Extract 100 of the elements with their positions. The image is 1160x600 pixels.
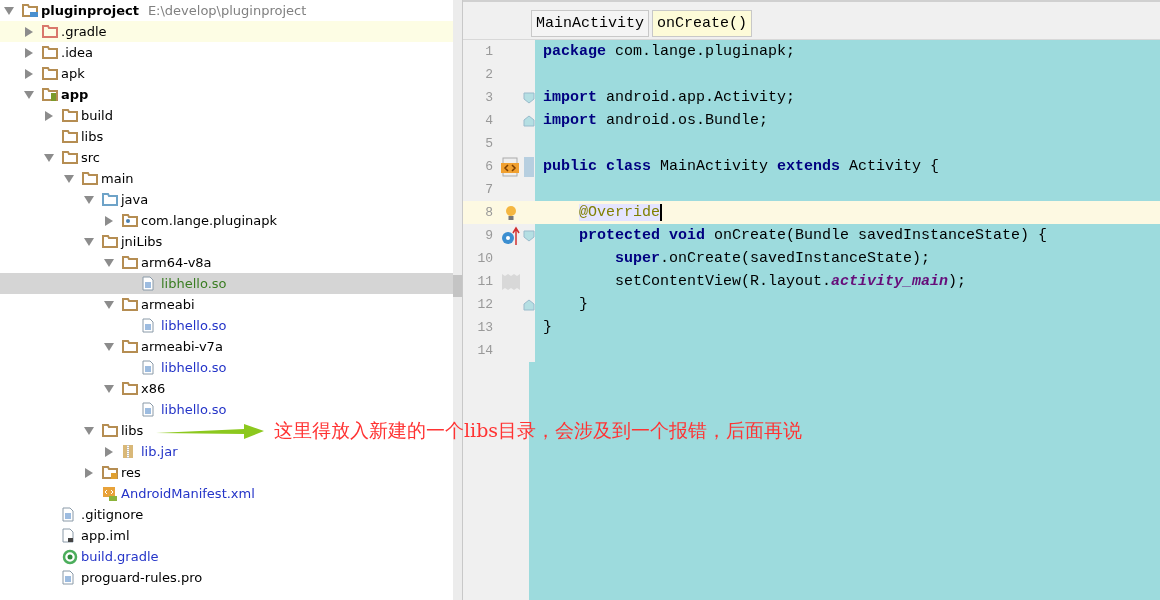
line-number: 3 (484, 90, 494, 105)
tree-row[interactable]: com.lange.pluginapk (0, 210, 278, 231)
tree-row[interactable]: .gradle (0, 21, 453, 42)
tree-item-label: apk (61, 66, 85, 81)
project-path: E:\develop\pluginproject (147, 3, 307, 18)
code-text: com.lange.pluginapk; (615, 43, 796, 60)
tree-item-label: libhello.so (161, 318, 227, 333)
breadcrumb[interactable]: MainActivity (531, 10, 650, 37)
tree-item-label: x86 (141, 381, 166, 396)
expanded-arrow-icon[interactable] (64, 174, 74, 183)
fold-marker-icon[interactable] (523, 114, 535, 127)
tree-row[interactable]: app (0, 84, 89, 105)
expanded-arrow-icon[interactable] (104, 384, 114, 393)
code-text: .onCreate(savedInstanceState); (660, 250, 931, 267)
tree-row[interactable]: res (0, 462, 141, 483)
folder-icon (42, 67, 58, 80)
file-icon (62, 570, 74, 585)
fold-marker-icon[interactable] (523, 229, 535, 242)
code-text: } (543, 319, 552, 336)
breadcrumb[interactable]: onCreate() (652, 10, 753, 37)
line-number: 9 (484, 228, 494, 243)
code-text: } (579, 296, 589, 313)
tree-row[interactable]: jniLibs (0, 231, 163, 252)
expanded-arrow-icon[interactable] (44, 153, 54, 162)
expanded-arrow-icon[interactable] (4, 6, 14, 15)
tree-row[interactable]: libs (0, 420, 144, 441)
line-number: 8 (484, 205, 494, 220)
file-icon (62, 528, 74, 543)
collapsed-arrow-icon[interactable] (25, 68, 33, 79)
expanded-arrow-icon[interactable] (84, 426, 94, 435)
expanded-arrow-icon[interactable] (84, 195, 94, 204)
collapsed-arrow-icon[interactable] (105, 446, 113, 457)
tree-row[interactable]: lib.jar (0, 441, 178, 462)
tree-row[interactable]: build.gradle (0, 546, 159, 567)
file-icon (142, 276, 154, 291)
tree-row[interactable]: apk (0, 63, 85, 84)
line-number: 12 (476, 297, 494, 312)
line-number: 5 (484, 136, 494, 151)
expanded-arrow-icon[interactable] (104, 300, 114, 309)
tree-item-label: app.iml (81, 528, 130, 543)
gradle-icon (62, 548, 78, 565)
expanded-arrow-icon[interactable] (104, 342, 114, 351)
code-keyword: import (543, 112, 597, 129)
tree-row[interactable]: x86 (0, 378, 166, 399)
code-keyword: extends (777, 158, 841, 175)
scrollbar-thumb[interactable] (453, 275, 462, 297)
tree-row[interactable]: libhello.so (0, 315, 227, 336)
folder-icon (42, 46, 58, 59)
expanded-arrow-icon[interactable] (104, 258, 114, 267)
tree-item-label: src (81, 150, 100, 165)
collapsed-arrow-icon[interactable] (45, 110, 53, 121)
override-icon[interactable] (501, 225, 521, 246)
lightbulb-icon[interactable] (505, 204, 517, 221)
line-number: 2 (484, 67, 494, 82)
code-text: @Override (579, 204, 663, 221)
tree-row[interactable]: pluginproject E:\develop\pluginproject (0, 0, 307, 21)
tree-row[interactable]: libhello.so (0, 399, 227, 420)
tree-item-label: lib.jar (141, 444, 178, 459)
tree-row[interactable]: arm64-v8a (0, 252, 212, 273)
tree-row[interactable]: AndroidManifest.xml (0, 483, 255, 504)
fold-marker-icon[interactable] (523, 91, 535, 104)
fold-marker-icon[interactable] (523, 298, 535, 311)
line-number: 13 (476, 320, 494, 335)
expanded-arrow-icon[interactable] (84, 237, 94, 246)
tree-row[interactable]: src (0, 147, 100, 168)
code-text: setContentView(R.layout. (615, 273, 832, 290)
tree-item-label: build (81, 108, 113, 123)
code-text: activity_main (831, 273, 949, 290)
tree-row[interactable]: libhello.so (0, 357, 227, 378)
line-number: 6 (484, 159, 494, 174)
code-keyword: import (543, 89, 597, 106)
folder-icon (122, 256, 138, 269)
code-keyword: public class (543, 158, 652, 175)
expanded-arrow-icon[interactable] (24, 90, 34, 99)
tree-row[interactable]: .idea (0, 42, 93, 63)
code-text: onCreate(Bundle savedInstanceState) { (714, 227, 1048, 244)
module-folder-icon (42, 87, 58, 102)
tree-row[interactable]: main (0, 168, 134, 189)
code-text: android.os.Bundle; (606, 112, 769, 129)
tree-item-label: armeabi-v7a (141, 339, 223, 354)
collapsed-arrow-icon[interactable] (25, 47, 33, 58)
tree-item-label: .gitignore (81, 507, 144, 522)
collapsed-arrow-icon[interactable] (85, 467, 93, 478)
code-text: MainActivity (660, 158, 770, 175)
tree-row[interactable]: libs (0, 126, 104, 147)
tree-item-label: proguard-rules.pro (81, 570, 203, 585)
tree-row[interactable]: build (0, 105, 113, 126)
tree-row[interactable]: java (0, 189, 149, 210)
tree-row[interactable]: armeabi-v7a (0, 336, 223, 357)
tree-item-label: .idea (61, 45, 93, 60)
fold-marker-icon[interactable] (524, 156, 534, 177)
tree-row[interactable]: libhello.so (0, 273, 453, 294)
tree-row[interactable]: app.iml (0, 525, 130, 546)
collapsed-arrow-icon[interactable] (25, 26, 33, 37)
tree-row[interactable]: armeabi (0, 294, 195, 315)
tree-row[interactable]: proguard-rules.pro (0, 567, 203, 588)
tree-row[interactable]: .gitignore (0, 504, 144, 525)
class-icon[interactable] (501, 155, 521, 178)
line-number: 11 (476, 274, 494, 289)
collapsed-arrow-icon[interactable] (105, 215, 113, 226)
